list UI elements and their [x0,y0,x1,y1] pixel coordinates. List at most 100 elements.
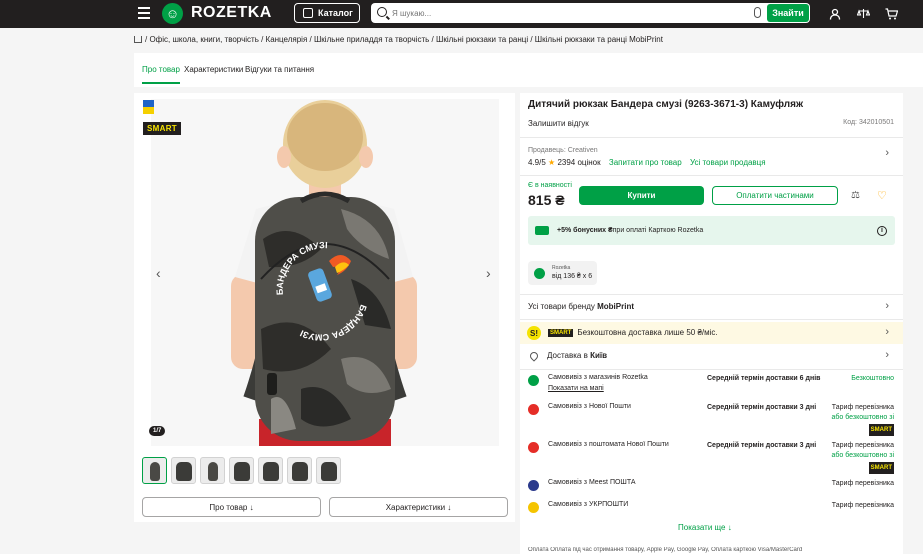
tab-about[interactable]: Про товар [142,65,180,84]
credit-offer[interactable]: Rozetka від 136 ₴ х 6 [528,261,597,285]
leave-review-link[interactable]: Залишити відгук [528,119,589,128]
thumbnail[interactable] [171,457,196,484]
smart-badge: SMART [868,424,894,436]
divider [520,369,903,370]
smart-delivery-row[interactable]: S! SMART Безкоштовна доставка лише 50 ₴/м… [520,322,903,344]
thumbnail-image [208,462,218,481]
gallery-prev-arrow[interactable]: ‹ [156,265,161,281]
brand-prefix: Усі товари бренду [528,302,598,311]
search-input[interactable] [392,6,752,20]
delivery-price-text: Тариф перевізника [831,442,894,449]
delivery-option[interactable]: Самовивіз з магазинів Rozetka Показати на… [520,374,903,402]
brand-row[interactable]: Усі товари бренду MobiPrint › [520,295,903,319]
thumbnail-image [292,462,308,481]
product-photo[interactable]: БАНДЕРА СМУЗІ БАНДЕРА СМУЗІ [151,99,499,446]
heart-icon[interactable]: ♡ [877,189,887,202]
catalog-label: Каталог [318,8,353,18]
compare-icon[interactable]: ⚖ [851,190,860,201]
chevron-right-icon: › [885,349,889,361]
buy-button[interactable]: Купити [579,186,704,205]
top-bar: ☺ ROZETKA Каталог Знайти [0,0,923,28]
breadcrumb: / Офіс, школа, книги, творчість / Канцел… [134,35,663,44]
about-product-button[interactable]: Про товар ↓ [142,497,321,517]
thumbnail[interactable] [316,457,341,484]
bonus-banner: +5% бонусних ₴ при оплаті Карткою Rozetk… [528,216,895,245]
chevron-right-icon: › [885,326,889,338]
show-more-link[interactable]: Показати ще ↓ [678,523,732,532]
characteristics-button[interactable]: Характеристики ↓ [329,497,508,517]
smart-icon: S! [527,326,541,340]
breadcrumb-text[interactable]: / Офіс, школа, книги, творчість / Канцел… [145,35,663,44]
search-button[interactable]: Знайти [767,4,809,22]
bonus-bold: +5% бонусних ₴ [557,227,613,234]
divider [520,175,903,176]
card-icon [535,226,549,235]
smart-badge: SMART [868,462,894,474]
thumbnail[interactable] [229,457,254,484]
product-title: Дитячий рюкзак Бандера смузі (9263-3671-… [528,99,804,110]
divider [520,137,903,138]
menu-icon[interactable] [138,7,150,19]
thumbnail[interactable] [142,457,167,484]
thumbnail-strip [142,457,341,484]
seller-rating: 4.9/5 [528,158,546,167]
divider [520,319,903,320]
show-on-map-link[interactable]: Показати на мапі [548,385,604,392]
ask-seller-link[interactable]: Запитати про товар [609,158,682,167]
delivery-price: Тариф перевізника або безкоштовно зі SMART [832,403,894,436]
brand-row-label: Усі товари бренду MobiPrint [528,302,634,311]
chevron-right-icon[interactable]: › [885,147,889,159]
delivery-price: Тариф перевізника [832,501,894,511]
logo-text[interactable]: ROZETKA [191,4,272,22]
delivery-price-text: Тариф перевізника [831,404,894,411]
ukraine-flag-icon [143,100,154,114]
pay-in-parts-button[interactable]: Оплатити частинами [712,186,838,205]
delivery-price-text: Безкоштовно [851,375,894,382]
carrier-icon [528,480,539,491]
delivery-price: Тариф перевізника [832,479,894,489]
delivery-option[interactable]: Самовивіз з поштомата Нової Пошти Середні… [520,441,903,474]
seller-label[interactable]: Продавець: Creativen [528,147,598,154]
info-icon[interactable]: i [877,225,887,236]
microphone-icon[interactable] [754,7,761,18]
thumbnail[interactable] [287,457,312,484]
delivery-name: Самовивіз з магазинів Rozetka [548,374,648,381]
credit-provider: Rozetka [552,265,571,271]
delivery-prefix: Доставка в [547,351,591,360]
tab-reviews[interactable]: Відгуки та питання [245,65,314,74]
home-icon[interactable] [134,36,142,43]
cart-icon[interactable] [884,7,898,21]
delivery-city-label: Доставка в Київ [547,351,607,360]
delivery-city-row[interactable]: Доставка в Київ › [520,345,903,367]
ratings-count: 2394 оцінок [557,158,601,167]
compare-icon[interactable] [856,7,870,21]
rozetka-logo-icon[interactable]: ☺ [162,3,183,24]
credit-terms: від 136 ₴ х 6 [552,273,593,280]
thumbnail-image [234,462,250,481]
thumbnail[interactable] [258,457,283,484]
product-tabs: Про товар Характеристики Відгуки та пита… [134,53,923,87]
thumbnail-image [321,462,337,481]
thumbnail-image [150,462,160,481]
delivery-option[interactable]: Самовивіз з Нової Пошти Середній термін д… [520,403,903,436]
catalog-button[interactable]: Каталог [294,3,360,23]
smart-tag: SMART [548,329,574,337]
gallery-next-arrow[interactable]: › [486,265,491,281]
smart-row-label: SMART Безкоштовна доставка лише 50 ₴/міс. [548,328,718,337]
user-icon[interactable] [828,7,842,21]
delivery-price: Безкоштовно [851,374,894,384]
all-seller-products-link[interactable]: Усі товари продавця [690,158,766,167]
delivery-name: Самовивіз з поштомата Нової Пошти [548,441,669,448]
star-icon: ★ [548,158,556,167]
carrier-icon [528,442,539,453]
product-code: Код: 342010501 [843,119,894,126]
grid-icon [303,8,313,18]
thumbnail[interactable] [200,457,225,484]
delivery-term: Середній термін доставки 3 дні [707,442,817,449]
availability-status: Є в наявності [528,182,572,189]
free-with-smart-text: або безкоштовно зі [831,414,894,421]
tab-characteristics[interactable]: Характеристики [184,65,243,74]
delivery-city: Київ [590,351,608,360]
chevron-right-icon: › [885,300,889,312]
carrier-icon [528,375,539,386]
